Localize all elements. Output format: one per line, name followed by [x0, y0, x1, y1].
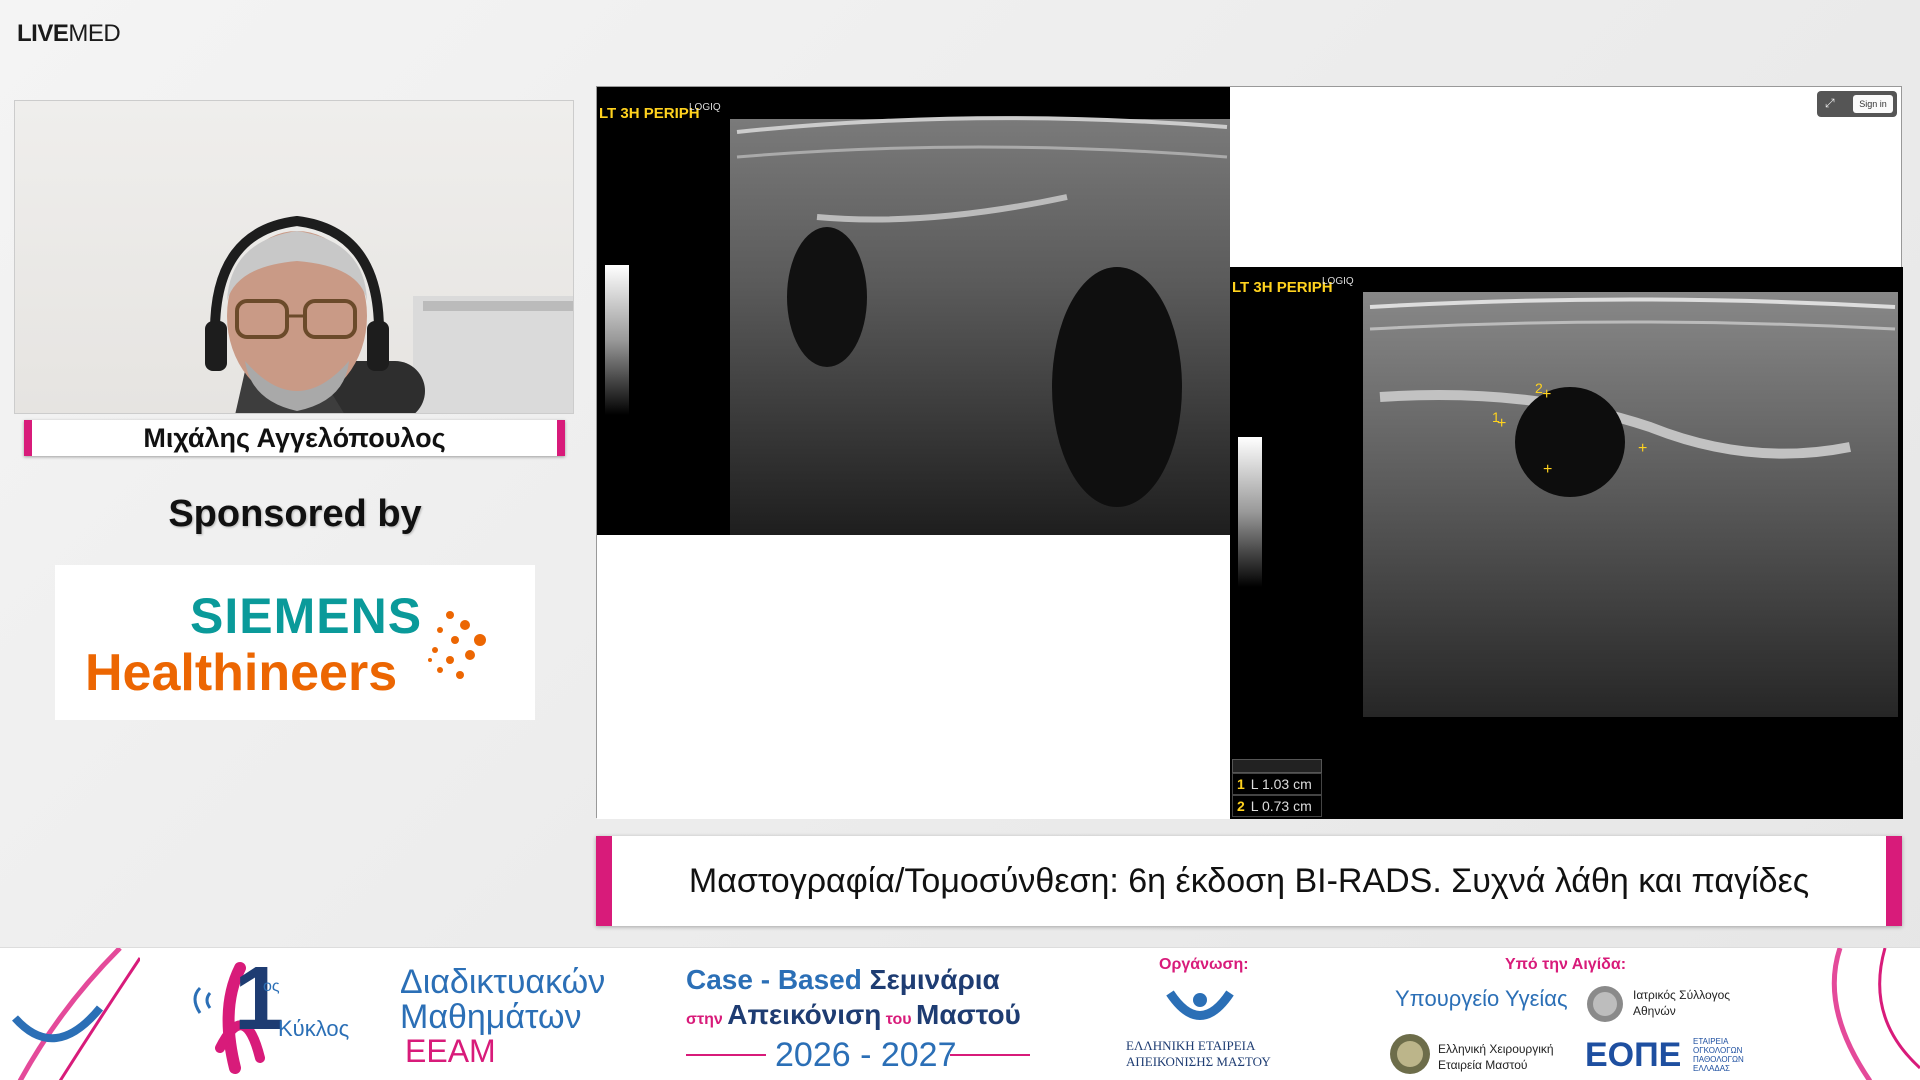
- org-label: Οργάνωση:: [1159, 956, 1249, 973]
- svg-text:+: +: [1497, 415, 1506, 432]
- cycle-word: Κύκλος: [278, 1016, 350, 1041]
- eope-sub2: ΟΓΚΟΛΟΓΩΝ: [1693, 1046, 1743, 1055]
- measurement-2: 2L 0.73 cm: [1232, 795, 1322, 817]
- svg-text:+: +: [1542, 386, 1551, 403]
- speaker-webcam-video: [14, 100, 574, 414]
- series-line1: Διαδικτυακών: [400, 963, 606, 1001]
- healthineers-dots-icon: [428, 611, 486, 679]
- presentation-title-bar: Μαστογραφία/Τομοσύνθεση: 6η έκδοση BI-RA…: [596, 836, 1902, 926]
- eeam-logo-icon: [1166, 990, 1234, 1020]
- cb-l2c: του: [885, 1011, 912, 1028]
- sponsored-by-label: Sponsored by: [168, 493, 422, 535]
- eope-sub1: ΕΤΑΙΡΕΙΑ: [1693, 1037, 1729, 1046]
- isa-logo-icon: [1587, 986, 1623, 1022]
- eope-sub4: ΕΛΛΑΔΑΣ: [1693, 1064, 1730, 1073]
- brand-part2: MED: [68, 20, 121, 47]
- ribbon-decoration-left: [12, 948, 140, 1080]
- us2-scan: 2 + 1 + + +: [1363, 292, 1898, 717]
- ultrasound-image-2: LT 3H PERIPH LOGIQ 2 + 1 + + + 1 L 1.03 …: [1230, 267, 1903, 819]
- brand-part1: LIVE: [17, 20, 69, 47]
- surgical-society-logo-icon: [1390, 1034, 1430, 1074]
- presentation-title: Μαστογραφία/Τομοσύνθεση: 6η έκδοση BI-RA…: [688, 861, 1810, 900]
- speaker-name: Μιχάλης Αγγελόπουλος: [143, 422, 446, 453]
- speaker-name-bar: Μιχάλης Αγγελόπουλος: [24, 420, 565, 456]
- siemens-healthineers-logo: SIEMENS Healthineers: [55, 565, 535, 720]
- cb-l1b: Σεμινάρια: [869, 964, 1000, 995]
- cb-l2a: στην: [686, 1011, 723, 1028]
- eope-logo: ΕΟΠΕ: [1585, 1036, 1682, 1074]
- cb-l2d: Μαστού: [916, 999, 1021, 1030]
- siemens-text: SIEMENS: [190, 588, 423, 644]
- aegis-label: Υπό την Αιγίδα:: [1505, 956, 1627, 973]
- speaker-figure: [205, 215, 425, 413]
- ultrasound-image-1: LT 3H PERIPH LOGIQ: [597, 87, 1230, 535]
- years: 2026 - 2027: [775, 1036, 957, 1074]
- isa-line1: Ιατρικός Σύλλογος: [1633, 988, 1731, 1002]
- series-line2: Μαθημάτων: [400, 998, 582, 1036]
- surg-line1: Ελληνική Χειρουργική: [1438, 1042, 1554, 1056]
- footer-banner: 1 ος Κύκλος Διαδικτυακών Μαθημάτων ΕΕΑΜ …: [0, 947, 1920, 1080]
- svg-text:+: +: [1543, 461, 1552, 478]
- sign-in-widget[interactable]: ⤢ Sign in: [1817, 91, 1897, 117]
- cb-l2b: Απεικόνιση: [727, 999, 882, 1030]
- healthineers-text: Healthineers: [85, 644, 398, 702]
- expand-icon[interactable]: ⤢: [1825, 96, 1835, 111]
- livemed-logo: LIVEMED: [17, 20, 121, 48]
- cycle-number: 1: [234, 949, 285, 1049]
- eope-sub3: ΠΑΘΟΛΟΓΩΝ: [1693, 1055, 1744, 1064]
- svg-text:+: +: [1638, 440, 1647, 457]
- shared-screen: LT 3H PERIPH LOGIQ ⤢ Sign in LT 3H PERIP…: [596, 86, 1903, 819]
- surg-line2: Εταιρεία Μαστού: [1438, 1058, 1528, 1072]
- ministry-name: Υπουργείο Υγείας: [1395, 986, 1568, 1011]
- measurement-1: 1L 1.03 cm: [1232, 773, 1322, 795]
- org-line2: ΑΠΕΙΚΟΝΙΣΗΣ ΜΑΣΤΟΥ: [1126, 1054, 1271, 1069]
- sign-in-button[interactable]: Sign in: [1853, 95, 1893, 113]
- series-line3: ΕΕΑΜ: [405, 1033, 496, 1069]
- ribbon-decoration-right: [1831, 948, 1920, 1080]
- cb-l1a: Case - Based: [686, 964, 862, 995]
- org-line1: ΕΛΛΗΝΙΚΗ ΕΤΑΙΡΕΙΑ: [1126, 1038, 1256, 1053]
- cycle-superscript: ος: [263, 978, 280, 995]
- isa-line2: Αθηνών: [1633, 1004, 1676, 1018]
- us1-scan: [730, 116, 1230, 535]
